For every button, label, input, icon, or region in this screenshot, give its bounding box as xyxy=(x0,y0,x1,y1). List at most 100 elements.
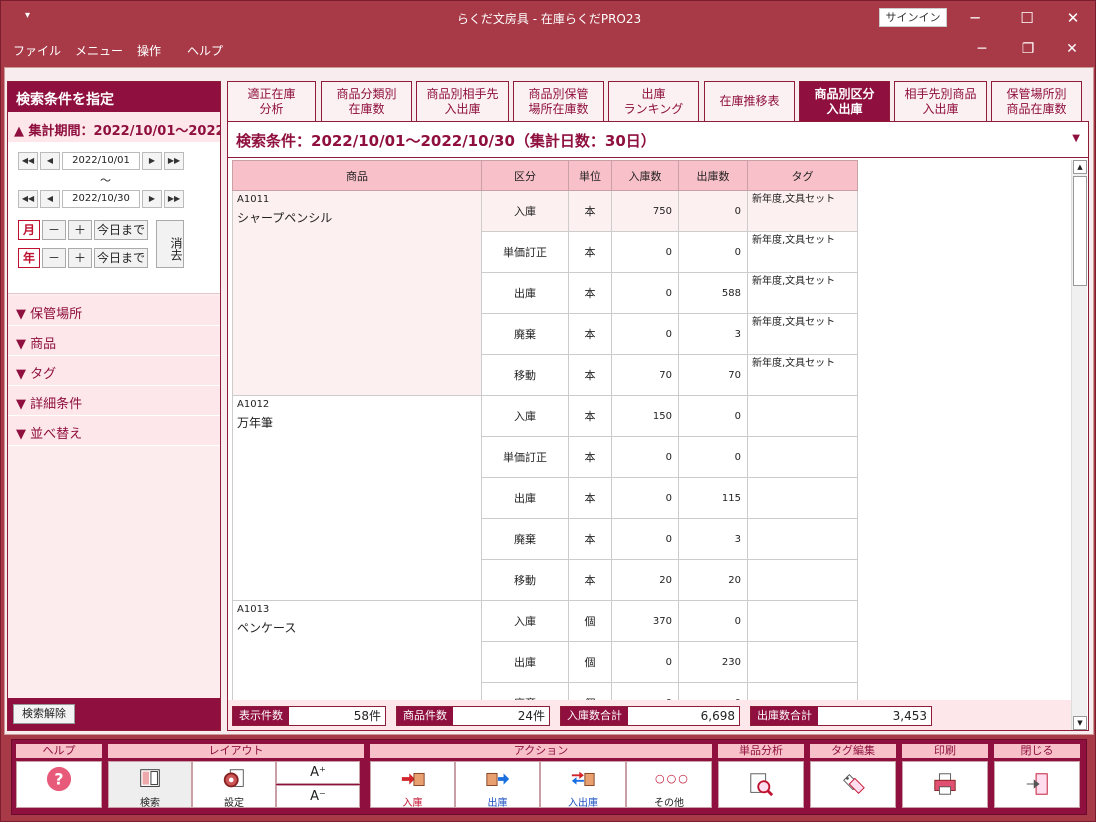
criteria-bar[interactable]: 検索条件：2022/10/01～2022/10/30（集計日数：30日） ▼ xyxy=(228,122,1088,158)
col-header-out[interactable]: 出庫数 xyxy=(678,160,748,191)
tab-reorder-analysis[interactable]: 適正在庫 分析 xyxy=(227,81,316,122)
first-icon[interactable]: ◀◀ xyxy=(18,190,38,208)
inout-button[interactable]: 入出庫 xyxy=(540,761,626,809)
unit-cell[interactable]: 本 xyxy=(568,272,612,314)
col-header-in[interactable]: 入庫数 xyxy=(611,160,679,191)
in-qty-cell[interactable]: 70 xyxy=(611,354,679,396)
month-minus-button[interactable]: － xyxy=(42,220,66,240)
scroll-thumb[interactable] xyxy=(1073,176,1087,286)
kubun-cell[interactable]: 入庫 xyxy=(481,190,569,232)
kubun-cell[interactable]: 廃棄 xyxy=(481,682,569,700)
unit-cell[interactable]: 個 xyxy=(568,600,612,642)
table-row[interactable]: A1013 ペンケース 入庫個 370 0 xyxy=(232,600,858,700)
table-row[interactable]: A1012 万年筆 入庫本 150 0 xyxy=(232,395,858,601)
unit-cell[interactable]: 本 xyxy=(568,395,612,437)
out-qty-cell[interactable]: 0 xyxy=(678,682,748,700)
tag-cell[interactable]: 新年度,文具セット xyxy=(747,354,858,396)
out-qty-cell[interactable]: 0 xyxy=(678,395,748,437)
tab-location-product[interactable]: 保管場所別 商品在庫数 xyxy=(991,81,1082,122)
out-qty-cell[interactable]: 230 xyxy=(678,641,748,683)
year-plus-button[interactable]: ＋ xyxy=(68,248,92,268)
clear-search-button[interactable]: 検索解除 xyxy=(13,704,75,724)
tag-cell[interactable] xyxy=(747,477,858,519)
minimize-icon[interactable]: ─ xyxy=(955,5,995,31)
out-qty-cell[interactable]: 0 xyxy=(678,231,748,273)
out-qty-cell[interactable]: 588 xyxy=(678,272,748,314)
in-qty-cell[interactable]: 0 xyxy=(611,682,679,700)
year-minus-button[interactable]: － xyxy=(42,248,66,268)
kubun-cell[interactable]: 単価訂正 xyxy=(481,436,569,478)
section-sort[interactable]: ▼ 並べ替え xyxy=(8,416,220,446)
unit-cell[interactable]: 個 xyxy=(568,641,612,683)
product-cell[interactable]: A1013 ペンケース xyxy=(232,600,482,700)
date-from-input[interactable]: 2022/10/01 xyxy=(62,152,140,170)
in-qty-cell[interactable]: 20 xyxy=(611,559,679,601)
tab-partner-inout[interactable]: 商品別相手先 入出庫 xyxy=(416,81,509,122)
section-product[interactable]: ▼ 商品 xyxy=(8,326,220,356)
unit-cell[interactable]: 本 xyxy=(568,231,612,273)
next-icon[interactable]: ▶ xyxy=(142,190,162,208)
tag-cell[interactable] xyxy=(747,682,858,700)
prev-icon[interactable]: ◀ xyxy=(40,152,60,170)
tag-cell[interactable] xyxy=(747,436,858,478)
signin-button[interactable]: サインイン xyxy=(879,8,947,27)
tab-partner-product[interactable]: 相手先別商品 入出庫 xyxy=(894,81,987,122)
tab-category-stock[interactable]: 商品分類別 在庫数 xyxy=(321,81,412,122)
out-qty-cell[interactable]: 0 xyxy=(678,436,748,478)
mdi-close-icon[interactable]: ✕ xyxy=(1057,37,1087,61)
tag-cell[interactable] xyxy=(747,600,858,642)
product-cell[interactable]: A1011 シャープペンシル xyxy=(232,190,482,396)
out-qty-cell[interactable]: 0 xyxy=(678,190,748,232)
product-cell[interactable]: A1012 万年筆 xyxy=(232,395,482,601)
out-qty-cell[interactable]: 0 xyxy=(678,600,748,642)
menu-file[interactable]: ファイル xyxy=(13,42,61,59)
period-section-header[interactable]: ▲ 集計期間：2022/10/01～2022/10/30 xyxy=(8,112,220,142)
prev-icon[interactable]: ◀ xyxy=(40,190,60,208)
scroll-up-icon[interactable]: ▲ xyxy=(1073,160,1087,174)
in-qty-cell[interactable]: 0 xyxy=(611,313,679,355)
out-button[interactable]: 出庫 xyxy=(455,761,540,809)
kubun-cell[interactable]: 出庫 xyxy=(481,641,569,683)
tag-cell[interactable]: 新年度,文具セット xyxy=(747,272,858,314)
kubun-cell[interactable]: 廃棄 xyxy=(481,313,569,355)
in-qty-cell[interactable]: 0 xyxy=(611,641,679,683)
month-today-button[interactable]: 今日まで xyxy=(94,220,148,240)
in-qty-cell[interactable]: 750 xyxy=(611,190,679,232)
date-to-input[interactable]: 2022/10/30 xyxy=(62,190,140,208)
year-today-button[interactable]: 今日まで xyxy=(94,248,148,268)
unit-cell[interactable]: 個 xyxy=(568,682,612,700)
tag-cell[interactable]: 新年度,文具セット xyxy=(747,313,858,355)
first-icon[interactable]: ◀◀ xyxy=(18,152,38,170)
close-button[interactable] xyxy=(994,761,1080,808)
print-button[interactable] xyxy=(902,761,988,808)
mdi-restore-icon[interactable]: ❐ xyxy=(1013,37,1043,61)
unit-cell[interactable]: 本 xyxy=(568,190,612,232)
erase-button[interactable]: 消去 xyxy=(156,220,184,268)
font-up-button[interactable]: A⁺ xyxy=(276,761,360,784)
in-qty-cell[interactable]: 0 xyxy=(611,518,679,560)
chevron-down-icon[interactable]: ▼ xyxy=(1072,133,1080,144)
scroll-down-icon[interactable]: ▼ xyxy=(1073,716,1087,730)
mdi-minimize-icon[interactable]: ─ xyxy=(967,37,997,61)
unit-cell[interactable]: 本 xyxy=(568,559,612,601)
out-qty-cell[interactable]: 115 xyxy=(678,477,748,519)
tag-cell[interactable] xyxy=(747,395,858,437)
in-qty-cell[interactable]: 370 xyxy=(611,600,679,642)
unit-cell[interactable]: 本 xyxy=(568,518,612,560)
in-qty-cell[interactable]: 0 xyxy=(611,272,679,314)
col-header-tag[interactable]: タグ xyxy=(747,160,858,191)
last-icon[interactable]: ▶▶ xyxy=(164,152,184,170)
search-layout-button[interactable]: 検索 xyxy=(108,761,192,809)
maximize-icon[interactable]: ☐ xyxy=(1007,5,1047,31)
kubun-cell[interactable]: 入庫 xyxy=(481,600,569,642)
in-qty-cell[interactable]: 0 xyxy=(611,436,679,478)
col-header-unit[interactable]: 単位 xyxy=(568,160,612,191)
out-qty-cell[interactable]: 3 xyxy=(678,518,748,560)
settings-button[interactable]: 設定 xyxy=(192,761,276,809)
col-header-product[interactable]: 商品 xyxy=(232,160,482,191)
kubun-cell[interactable]: 単価訂正 xyxy=(481,231,569,273)
kubun-cell[interactable]: 出庫 xyxy=(481,477,569,519)
tab-kubun-inout[interactable]: 商品別区分 入出庫 xyxy=(799,81,890,122)
tag-cell[interactable]: 新年度,文具セット xyxy=(747,190,858,232)
unit-cell[interactable]: 本 xyxy=(568,313,612,355)
